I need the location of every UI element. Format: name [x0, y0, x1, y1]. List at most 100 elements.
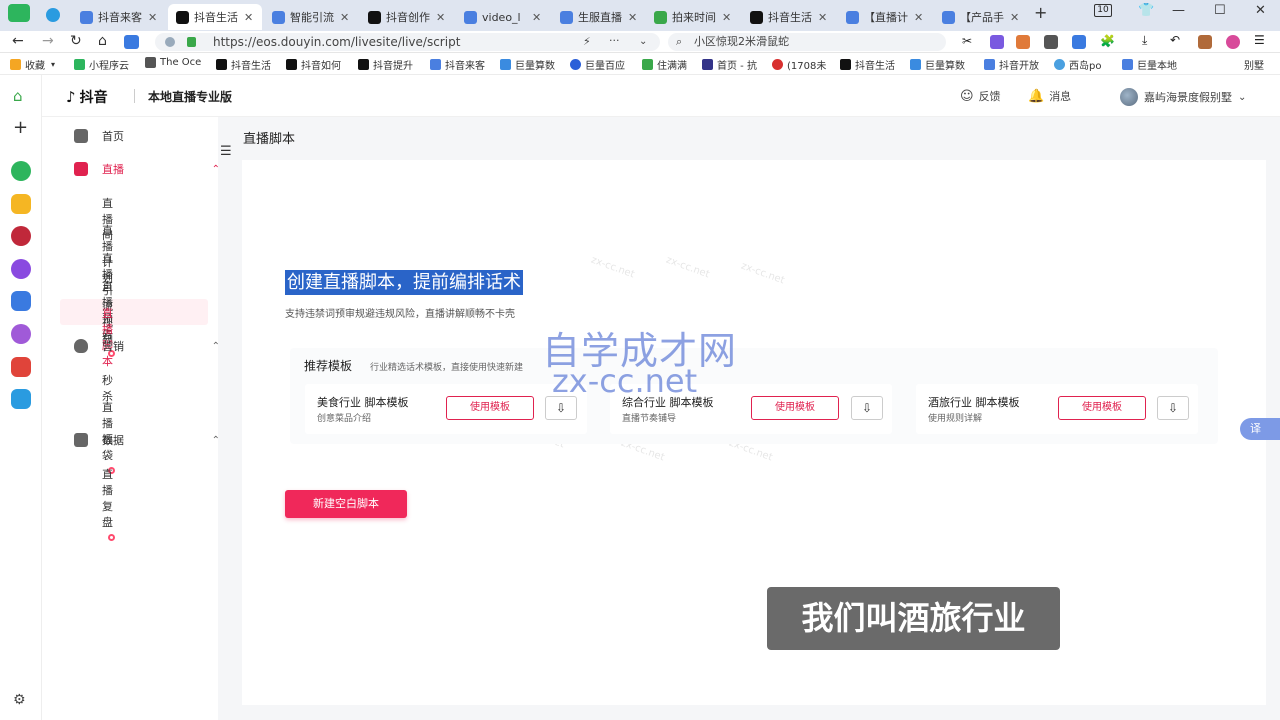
bookmark-15[interactable]: 西岛po	[1054, 57, 1101, 72]
translate-button[interactable]: 译	[1240, 418, 1280, 440]
account-menu[interactable]: 嘉屿海景度假别墅 ⌄	[1120, 88, 1246, 106]
douyin-icon: ♪	[66, 88, 76, 106]
bookmark-favicon	[216, 59, 227, 70]
close-window-icon[interactable]: ✕	[1255, 3, 1266, 18]
close-icon[interactable]: ✕	[628, 11, 637, 24]
bookmark-13[interactable]: 巨量算数	[910, 57, 965, 72]
url-field[interactable]: https://eos.douyin.com/livesite/live/scr…	[155, 33, 660, 51]
app-dots-icon[interactable]	[11, 226, 31, 246]
lightning-icon[interactable]: ⚡	[583, 33, 591, 51]
plus-icon[interactable]: +	[13, 117, 28, 138]
bookmark-3[interactable]: 抖音生活	[216, 57, 271, 72]
bookmark-7[interactable]: 巨量算数	[500, 57, 555, 72]
app-star-icon[interactable]	[11, 194, 31, 214]
tab-1[interactable]: 抖音生活 ✕	[168, 4, 262, 30]
sidebar-item-marketing[interactable]: 营销 ⌃	[74, 338, 224, 354]
sidebar-item-home[interactable]: 首页	[74, 128, 224, 144]
browser-profile-icon[interactable]	[8, 4, 30, 22]
app-ai-ring-icon[interactable]	[11, 259, 31, 279]
ai-icon[interactable]	[124, 35, 139, 49]
close-icon[interactable]: ✕	[340, 11, 349, 24]
use-template-button[interactable]: 使用模板	[751, 396, 839, 420]
bookmark-2[interactable]: The Oce	[145, 57, 201, 68]
sidebar-item-live-script[interactable]: 直播脚本	[102, 305, 113, 369]
bookmark-favicon	[910, 59, 921, 70]
tab-8[interactable]: 【直播计 ✕	[838, 4, 923, 30]
tab-9[interactable]: 【产品手 ✕	[934, 4, 1019, 30]
scissors-icon[interactable]: ✂	[962, 34, 976, 48]
minimize-icon[interactable]: —	[1172, 3, 1185, 18]
puzzle-icon[interactable]: 🧩	[1100, 34, 1115, 48]
sidebar-item-data[interactable]: 数据 ⌃	[74, 432, 224, 448]
bookmark-0[interactable]: 收藏 ▾	[10, 57, 55, 72]
bookmark-4[interactable]: 抖音如何	[286, 57, 341, 72]
tab-3[interactable]: 抖音创作 ✕	[360, 4, 445, 30]
tab-favicon	[750, 10, 763, 24]
bookmark-5[interactable]: 抖音提升	[358, 57, 413, 72]
more-icon[interactable]: ···	[609, 32, 620, 50]
home-icon[interactable]: ⌂	[13, 87, 23, 105]
game-icon[interactable]	[1016, 35, 1030, 49]
app-blue-icon[interactable]	[11, 389, 31, 409]
close-icon[interactable]: ✕	[722, 11, 731, 24]
download-template-button[interactable]: ⇩	[851, 396, 883, 420]
bookmark-6[interactable]: 抖音来客	[430, 57, 485, 72]
tab-4[interactable]: video_l ✕	[456, 4, 541, 30]
close-icon[interactable]: ✕	[244, 11, 253, 24]
new-blank-script-button[interactable]: 新建空白脚本	[285, 490, 407, 518]
search-input[interactable]: ⌕ 小区惊现2米滑鼠蛇	[668, 33, 946, 51]
color-icon[interactable]	[1226, 35, 1240, 49]
translate-ext-icon[interactable]	[1072, 35, 1086, 49]
collapse-menu-icon[interactable]: ☰	[220, 144, 232, 159]
tab-7[interactable]: 抖音生活 ✕	[742, 4, 827, 30]
home-icon[interactable]: ⌂	[98, 33, 107, 49]
brand-logo[interactable]: ♪ 抖音	[66, 87, 108, 107]
close-icon[interactable]: ✕	[818, 11, 827, 24]
download-icon[interactable]: ⤓	[1142, 33, 1156, 47]
maximize-icon[interactable]: ☐	[1214, 3, 1226, 18]
bookmark-9[interactable]: 住满满	[642, 57, 687, 72]
use-template-button[interactable]: 使用模板	[1058, 396, 1146, 420]
close-icon[interactable]: ✕	[436, 11, 445, 24]
bookmark-14[interactable]: 抖音开放	[984, 57, 1039, 72]
app-game-icon[interactable]	[11, 357, 31, 377]
bookmark-11[interactable]: (1708未	[772, 57, 826, 72]
bookmark-8[interactable]: 巨量百应	[570, 57, 625, 72]
tab-2[interactable]: 智能引流 ✕	[264, 4, 349, 30]
back-icon[interactable]: ←	[12, 33, 24, 49]
messages-button[interactable]: 🔔 消息	[1028, 88, 1071, 104]
forward-icon[interactable]: →	[42, 33, 54, 49]
extension-icon[interactable]	[990, 35, 1004, 49]
tab-0[interactable]: 抖音来客 ✕	[72, 4, 157, 30]
close-icon[interactable]: ✕	[1010, 11, 1019, 24]
download-template-button[interactable]: ⇩	[1157, 396, 1189, 420]
menu-icon[interactable]: ☰	[1254, 33, 1268, 47]
tab-count-badge[interactable]: 10	[1094, 4, 1112, 17]
bookmark-16[interactable]: 巨量本地	[1122, 57, 1177, 72]
app-green-icon[interactable]	[11, 161, 31, 181]
close-icon[interactable]: ✕	[914, 11, 923, 24]
sidebar-item-live[interactable]: 直播 ⌃	[74, 161, 224, 177]
telegram-icon[interactable]	[46, 8, 60, 22]
close-icon[interactable]: ✕	[532, 11, 541, 24]
feedback-button[interactable]: ☺ 反馈	[960, 88, 1001, 104]
bookmark-10[interactable]: 首页 - 抗	[702, 57, 757, 72]
reload-icon[interactable]: ↻	[70, 33, 82, 49]
bookmark-12[interactable]: 抖音生活	[840, 57, 895, 72]
briefcase-icon[interactable]	[1198, 35, 1212, 49]
tab-5[interactable]: 生服直播 ✕	[552, 4, 637, 30]
app-ai-icon[interactable]	[11, 291, 31, 311]
new-tab-button[interactable]: +	[1034, 3, 1047, 22]
screen-icon[interactable]	[1044, 35, 1058, 49]
app-purple-icon[interactable]	[11, 324, 31, 344]
tab-6[interactable]: 拍来时间 ✕	[646, 4, 731, 30]
bookmark-17[interactable]: 别墅	[1244, 57, 1264, 72]
use-template-button[interactable]: 使用模板	[446, 396, 534, 420]
undo-icon[interactable]: ↶	[1170, 33, 1184, 47]
settings-icon[interactable]: ⚙	[13, 692, 26, 708]
bookmark-1[interactable]: 小程序云	[74, 57, 129, 72]
chevron-down-icon[interactable]: ⌄	[639, 33, 647, 51]
close-icon[interactable]: ✕	[148, 11, 157, 24]
shirt-icon[interactable]: 👕	[1138, 3, 1154, 18]
sidebar-item-live-review[interactable]: 直播复盘	[102, 466, 115, 543]
